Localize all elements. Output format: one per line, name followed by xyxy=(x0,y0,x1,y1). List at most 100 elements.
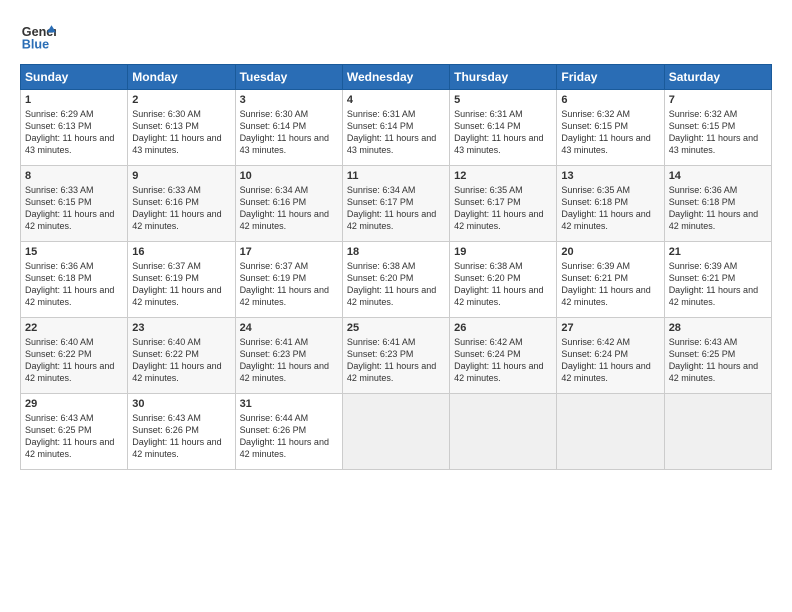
day-header-thursday: Thursday xyxy=(450,65,557,90)
day-number: 11 xyxy=(347,170,445,182)
day-info: Sunrise: 6:30 AMSunset: 6:13 PMDaylight:… xyxy=(132,109,221,155)
day-number: 8 xyxy=(25,170,123,182)
day-info: Sunrise: 6:29 AMSunset: 6:13 PMDaylight:… xyxy=(25,109,114,155)
calendar-cell: 23Sunrise: 6:40 AMSunset: 6:22 PMDayligh… xyxy=(128,318,235,394)
day-info: Sunrise: 6:39 AMSunset: 6:21 PMDaylight:… xyxy=(561,261,650,307)
day-info: Sunrise: 6:39 AMSunset: 6:21 PMDaylight:… xyxy=(669,261,758,307)
day-info: Sunrise: 6:33 AMSunset: 6:16 PMDaylight:… xyxy=(132,185,221,231)
day-number: 29 xyxy=(25,398,123,410)
day-info: Sunrise: 6:37 AMSunset: 6:19 PMDaylight:… xyxy=(132,261,221,307)
day-header-sunday: Sunday xyxy=(21,65,128,90)
calendar-cell: 12 Sunrise: 6:35 AMSunset: 6:17 PMDayligh… xyxy=(450,166,557,242)
calendar-cell: 30 Sunrise: 6:43 AMSunset: 6:26 PMDayligh… xyxy=(128,394,235,470)
day-info: Sunrise: 6:44 AMSunset: 6:26 PMDaylight:… xyxy=(240,413,329,459)
calendar-cell xyxy=(450,394,557,470)
day-info: Sunrise: 6:36 AMSunset: 6:18 PMDaylight:… xyxy=(25,261,114,307)
day-number: 3 xyxy=(240,94,338,106)
calendar-cell: 1 Sunrise: 6:29 AMSunset: 6:13 PMDaylight… xyxy=(21,90,128,166)
day-number: 9 xyxy=(132,170,230,182)
day-info: Sunrise: 6:43 AMSunset: 6:25 PMDaylight:… xyxy=(669,337,758,383)
calendar-cell: 13 Sunrise: 6:35 AMSunset: 6:18 PMDayligh… xyxy=(557,166,664,242)
calendar-cell: 10 Sunrise: 6:34 AMSunset: 6:16 PMDayligh… xyxy=(235,166,342,242)
calendar-cell: 14 Sunrise: 6:36 AMSunset: 6:18 PMDayligh… xyxy=(664,166,771,242)
day-info: Sunrise: 6:43 AMSunset: 6:25 PMDaylight:… xyxy=(25,413,114,459)
day-info: Sunrise: 6:43 AMSunset: 6:26 PMDaylight:… xyxy=(132,413,221,459)
day-number: 12 xyxy=(454,170,552,182)
calendar-cell: 9 Sunrise: 6:33 AMSunset: 6:16 PMDaylight… xyxy=(128,166,235,242)
day-number: 14 xyxy=(669,170,767,182)
day-number: 7 xyxy=(669,94,767,106)
day-number: 20 xyxy=(561,246,659,258)
day-info: Sunrise: 6:42 AMSunset: 6:24 PMDaylight:… xyxy=(454,337,543,383)
calendar-cell: 21 Sunrise: 6:39 AMSunset: 6:21 PMDayligh… xyxy=(664,242,771,318)
logo-icon: General Blue xyxy=(20,18,56,54)
day-number: 26 xyxy=(454,322,552,334)
day-info: Sunrise: 6:37 AMSunset: 6:19 PMDaylight:… xyxy=(240,261,329,307)
day-number: 15 xyxy=(25,246,123,258)
svg-text:Blue: Blue xyxy=(22,38,49,52)
calendar-cell: 26 Sunrise: 6:42 AMSunset: 6:24 PMDayligh… xyxy=(450,318,557,394)
day-number: 24 xyxy=(240,322,338,334)
week-row-1: 1 Sunrise: 6:29 AMSunset: 6:13 PMDaylight… xyxy=(21,90,772,166)
calendar-cell: 22 Sunrise: 6:40 AMSunset: 6:22 PMDayligh… xyxy=(21,318,128,394)
day-info: Sunrise: 6:32 AMSunset: 6:15 PMDaylight:… xyxy=(669,109,758,155)
week-row-3: 15 Sunrise: 6:36 AMSunset: 6:18 PMDayligh… xyxy=(21,242,772,318)
day-number: 19 xyxy=(454,246,552,258)
day-number: 10 xyxy=(240,170,338,182)
day-info: Sunrise: 6:40 AMSunset: 6:22 PMDaylight:… xyxy=(25,337,114,383)
day-info: Sunrise: 6:31 AMSunset: 6:14 PMDaylight:… xyxy=(347,109,436,155)
day-number: 16 xyxy=(132,246,230,258)
day-info: Sunrise: 6:41 AMSunset: 6:23 PMDaylight:… xyxy=(240,337,329,383)
day-number: 6 xyxy=(561,94,659,106)
week-row-5: 29 Sunrise: 6:43 AMSunset: 6:25 PMDayligh… xyxy=(21,394,772,470)
day-number: 28 xyxy=(669,322,767,334)
day-number: 27 xyxy=(561,322,659,334)
day-info: Sunrise: 6:41 AMSunset: 6:23 PMDaylight:… xyxy=(347,337,436,383)
calendar-cell: 2Sunrise: 6:30 AMSunset: 6:13 PMDaylight… xyxy=(128,90,235,166)
calendar-cell xyxy=(664,394,771,470)
day-number: 25 xyxy=(347,322,445,334)
day-number: 4 xyxy=(347,94,445,106)
calendar-cell: 17 Sunrise: 6:37 AMSunset: 6:19 PMDayligh… xyxy=(235,242,342,318)
day-info: Sunrise: 6:42 AMSunset: 6:24 PMDaylight:… xyxy=(561,337,650,383)
day-header-monday: Monday xyxy=(128,65,235,90)
day-number: 30 xyxy=(132,398,230,410)
day-info: Sunrise: 6:34 AMSunset: 6:16 PMDaylight:… xyxy=(240,185,329,231)
calendar-cell xyxy=(342,394,449,470)
day-header-friday: Friday xyxy=(557,65,664,90)
calendar-cell: 18 Sunrise: 6:38 AMSunset: 6:20 PMDayligh… xyxy=(342,242,449,318)
logo: General Blue xyxy=(20,18,56,54)
day-info: Sunrise: 6:35 AMSunset: 6:17 PMDaylight:… xyxy=(454,185,543,231)
day-info: Sunrise: 6:35 AMSunset: 6:18 PMDaylight:… xyxy=(561,185,650,231)
day-info: Sunrise: 6:38 AMSunset: 6:20 PMDaylight:… xyxy=(347,261,436,307)
day-number: 5 xyxy=(454,94,552,106)
calendar-cell: 31 Sunrise: 6:44 AMSunset: 6:26 PMDayligh… xyxy=(235,394,342,470)
calendar-cell: 27 Sunrise: 6:42 AMSunset: 6:24 PMDayligh… xyxy=(557,318,664,394)
week-row-4: 22 Sunrise: 6:40 AMSunset: 6:22 PMDayligh… xyxy=(21,318,772,394)
day-number: 17 xyxy=(240,246,338,258)
day-info: Sunrise: 6:36 AMSunset: 6:18 PMDaylight:… xyxy=(669,185,758,231)
day-info: Sunrise: 6:31 AMSunset: 6:14 PMDaylight:… xyxy=(454,109,543,155)
calendar-cell: 7 Sunrise: 6:32 AMSunset: 6:15 PMDaylight… xyxy=(664,90,771,166)
day-number: 18 xyxy=(347,246,445,258)
day-info: Sunrise: 6:32 AMSunset: 6:15 PMDaylight:… xyxy=(561,109,650,155)
calendar-cell: 4 Sunrise: 6:31 AMSunset: 6:14 PMDaylight… xyxy=(342,90,449,166)
day-info: Sunrise: 6:33 AMSunset: 6:15 PMDaylight:… xyxy=(25,185,114,231)
day-number: 22 xyxy=(25,322,123,334)
day-info: Sunrise: 6:30 AMSunset: 6:14 PMDaylight:… xyxy=(240,109,329,155)
day-number: 1 xyxy=(25,94,123,106)
calendar-cell xyxy=(557,394,664,470)
page: General Blue SundayMondayTuesdayWednesda… xyxy=(0,0,792,612)
calendar-cell: 29 Sunrise: 6:43 AMSunset: 6:25 PMDayligh… xyxy=(21,394,128,470)
day-number: 31 xyxy=(240,398,338,410)
calendar-cell: 8 Sunrise: 6:33 AMSunset: 6:15 PMDaylight… xyxy=(21,166,128,242)
calendar-cell: 15 Sunrise: 6:36 AMSunset: 6:18 PMDayligh… xyxy=(21,242,128,318)
calendar-cell: 24 Sunrise: 6:41 AMSunset: 6:23 PMDayligh… xyxy=(235,318,342,394)
week-row-2: 8 Sunrise: 6:33 AMSunset: 6:15 PMDaylight… xyxy=(21,166,772,242)
day-number: 13 xyxy=(561,170,659,182)
day-number: 21 xyxy=(669,246,767,258)
header: General Blue xyxy=(20,18,772,54)
day-header-wednesday: Wednesday xyxy=(342,65,449,90)
calendar-cell: 5 Sunrise: 6:31 AMSunset: 6:14 PMDaylight… xyxy=(450,90,557,166)
calendar-cell: 6 Sunrise: 6:32 AMSunset: 6:15 PMDaylight… xyxy=(557,90,664,166)
